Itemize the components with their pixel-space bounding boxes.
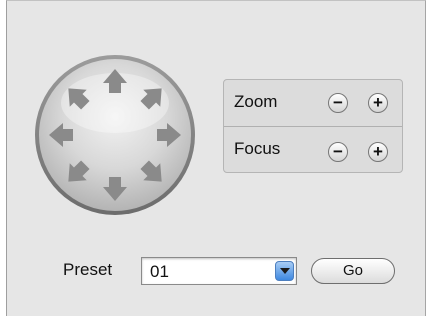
preset-select[interactable]: 01: [141, 257, 297, 285]
ptz-joystick[interactable]: [33, 53, 197, 217]
focus-label: Focus: [234, 139, 281, 158]
zoom-row: Zoom − +: [224, 80, 402, 126]
zoom-in-button[interactable]: +: [368, 93, 388, 113]
preset-label: Preset: [63, 260, 113, 279]
focus-near-button[interactable]: −: [328, 142, 348, 162]
focus-row: Focus − +: [224, 126, 402, 172]
zoom-focus-group: Zoom − + Focus − +: [223, 79, 403, 173]
ptz-joystick-graphic: [35, 55, 195, 215]
preset-selected-value: 01: [150, 262, 169, 281]
chevron-down-icon: [280, 268, 290, 274]
focus-far-button[interactable]: +: [368, 142, 388, 162]
camera-control-panel: Zoom − + Focus − + Preset 01 Go: [6, 0, 426, 316]
zoom-out-button[interactable]: −: [328, 93, 348, 113]
zoom-label: Zoom: [234, 92, 278, 111]
preset-dropdown-button[interactable]: [275, 261, 294, 281]
go-button[interactable]: Go: [311, 258, 395, 284]
